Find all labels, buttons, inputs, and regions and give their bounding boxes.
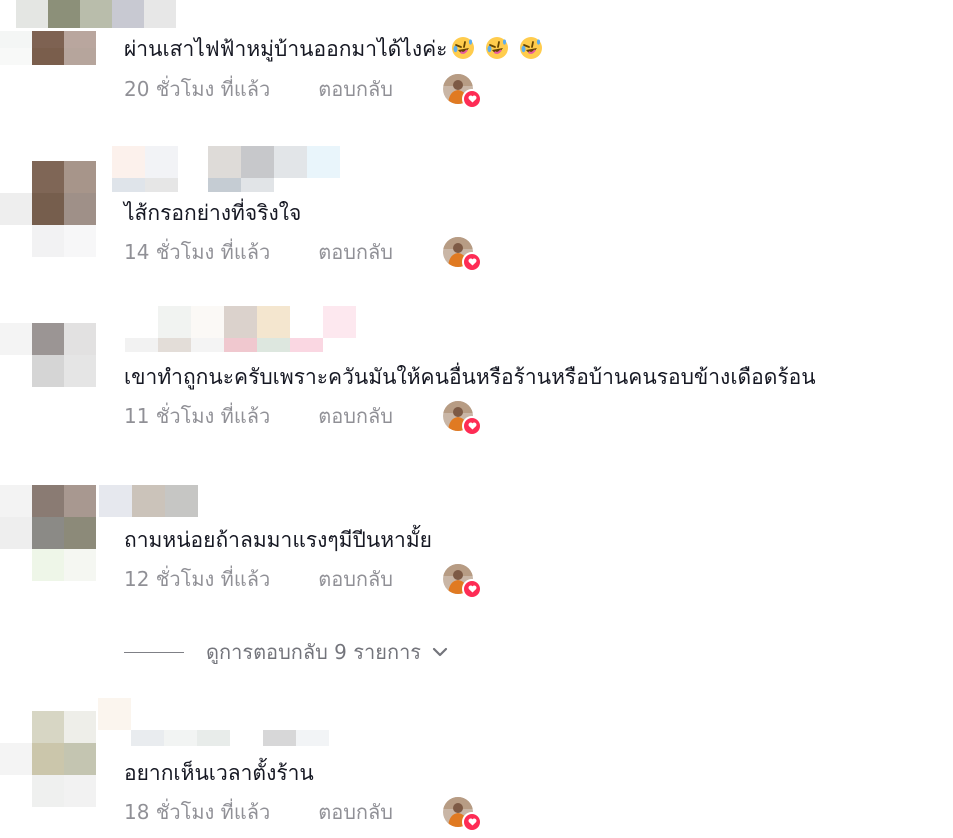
- heart-icon: [462, 579, 482, 599]
- pixelated-username: [131, 730, 329, 746]
- comment-meta: 12 ชั่วโมง ที่แล้ว ตอบกลับ: [124, 563, 482, 599]
- comment-text: ถามหน่อยถ้าลมมาแรงๆมีปีนหามั้ย: [124, 526, 432, 554]
- timestamp: 18 ชั่วโมง ที่แล้ว: [124, 800, 271, 824]
- pixelated-avatar: [0, 31, 96, 65]
- divider-line: [124, 651, 184, 653]
- comment-meta: 20 ชั่วโมง ที่แล้ว ตอบกลับ: [124, 73, 482, 109]
- comment-text: อยากเห็นเวลาตั้งร้าน: [124, 759, 314, 787]
- reply-button[interactable]: ตอบกลับ: [318, 73, 393, 105]
- creator-liked-indicator: [443, 564, 482, 599]
- pixelated-username: [112, 146, 178, 192]
- rolling-laughing-emoji-icon: [452, 37, 475, 59]
- pixelated-username: [208, 146, 340, 192]
- comment-text: เขาทำถูกนะครับเพราะควันมันให้คนอื่นหรือร…: [124, 363, 816, 391]
- pixelated-avatar: [0, 711, 96, 807]
- pixelated-username: [99, 485, 198, 517]
- view-replies-button[interactable]: ดูการตอบกลับ 9 รายการ: [124, 637, 449, 667]
- creator-liked-indicator: [443, 401, 482, 436]
- comment-list: ผ่านเสาไฟฟ้าหมู่บ้านออกมาได้ไงค่ะ 20 ชั่…: [0, 0, 953, 838]
- comment-text-body: ถามหน่อยถ้าลมมาแรงๆมีปีนหามั้ย: [124, 528, 432, 552]
- comment-meta: 14 ชั่วโมง ที่แล้ว ตอบกลับ: [124, 236, 482, 272]
- pixelated-username: [125, 306, 356, 352]
- comment-meta: 18 ชั่วโมง ที่แล้ว ตอบกลับ: [124, 796, 482, 832]
- timestamp: 20 ชั่วโมง ที่แล้ว: [124, 77, 271, 101]
- comment-text-body: เขาทำถูกนะครับเพราะควันมันให้คนอื่นหรือร…: [124, 365, 816, 389]
- comment-text: ผ่านเสาไฟฟ้าหมู่บ้านออกมาได้ไงค่ะ: [124, 35, 543, 63]
- heart-icon: [462, 812, 482, 832]
- comment-text: ไส้กรอกย่างที่จริงใจ: [124, 199, 301, 227]
- chevron-down-icon: [431, 646, 449, 658]
- heart-icon: [462, 416, 482, 436]
- reply-button[interactable]: ตอบกลับ: [318, 236, 393, 268]
- rolling-laughing-emoji-icon: [520, 37, 543, 59]
- emoji-group: [451, 36, 543, 60]
- heart-icon: [462, 89, 482, 109]
- reply-button[interactable]: ตอบกลับ: [318, 796, 393, 828]
- comment-text-body: ไส้กรอกย่างที่จริงใจ: [124, 201, 302, 225]
- comment-meta: 11 ชั่วโมง ที่แล้ว ตอบกลับ: [124, 400, 482, 436]
- reply-button[interactable]: ตอบกลับ: [318, 563, 393, 595]
- pixelated-avatar: [0, 323, 96, 387]
- timestamp: 11 ชั่วโมง ที่แล้ว: [124, 404, 271, 428]
- pixelated-username: [98, 698, 131, 730]
- timestamp: 12 ชั่วโมง ที่แล้ว: [124, 567, 271, 591]
- pixelated-avatar: [0, 485, 96, 581]
- pixelated-username: [16, 0, 176, 28]
- creator-liked-indicator: [443, 797, 482, 832]
- creator-liked-indicator: [443, 237, 482, 272]
- timestamp: 14 ชั่วโมง ที่แล้ว: [124, 240, 271, 264]
- comment-text-body: ผ่านเสาไฟฟ้าหมู่บ้านออกมาได้ไงค่ะ: [124, 37, 448, 61]
- rolling-laughing-emoji-icon: [486, 37, 509, 59]
- comment-text-body: อยากเห็นเวลาตั้งร้าน: [124, 761, 314, 785]
- reply-button[interactable]: ตอบกลับ: [318, 400, 393, 432]
- pixelated-avatar: [0, 161, 96, 257]
- heart-icon: [462, 252, 482, 272]
- view-replies-label: ดูการตอบกลับ 9 รายการ: [206, 640, 422, 664]
- creator-liked-indicator: [443, 74, 482, 109]
